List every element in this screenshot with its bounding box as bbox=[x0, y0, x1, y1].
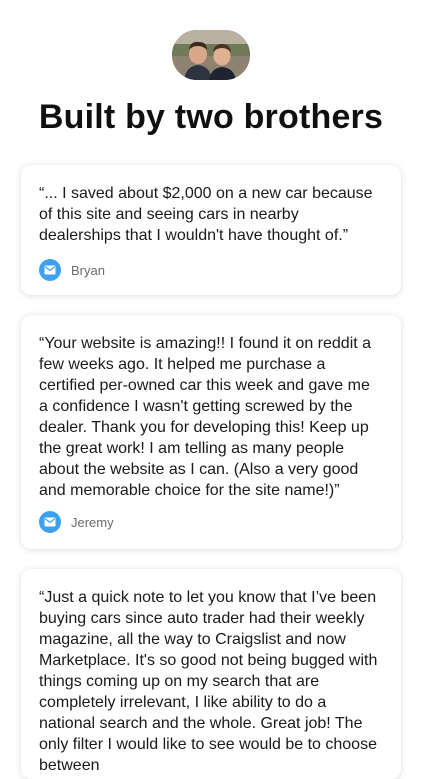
author-name: Jeremy bbox=[71, 514, 114, 530]
testimonial-quote: “Just a quick note to let you know that … bbox=[39, 589, 378, 774]
page-title: Built by two brothers bbox=[38, 98, 384, 136]
testimonial-card: “Your website is amazing!! I found it on… bbox=[21, 315, 401, 549]
mail-icon bbox=[39, 511, 61, 533]
testimonial-quote: “... I saved about $2,000 on a new car b… bbox=[39, 185, 373, 244]
testimonial-author: Bryan bbox=[39, 259, 105, 281]
founders-photo bbox=[172, 30, 250, 80]
header: Built by two brothers bbox=[0, 0, 422, 150]
testimonial-author: Jeremy bbox=[39, 511, 114, 533]
founders-photo-graphic bbox=[172, 30, 250, 80]
author-name: Bryan bbox=[71, 262, 105, 278]
mail-icon bbox=[39, 259, 61, 281]
testimonial-card: “... I saved about $2,000 on a new car b… bbox=[21, 165, 401, 295]
testimonial-card: “Just a quick note to let you know that … bbox=[21, 569, 401, 779]
testimonial-quote: “Your website is amazing!! I found it on… bbox=[39, 335, 372, 499]
